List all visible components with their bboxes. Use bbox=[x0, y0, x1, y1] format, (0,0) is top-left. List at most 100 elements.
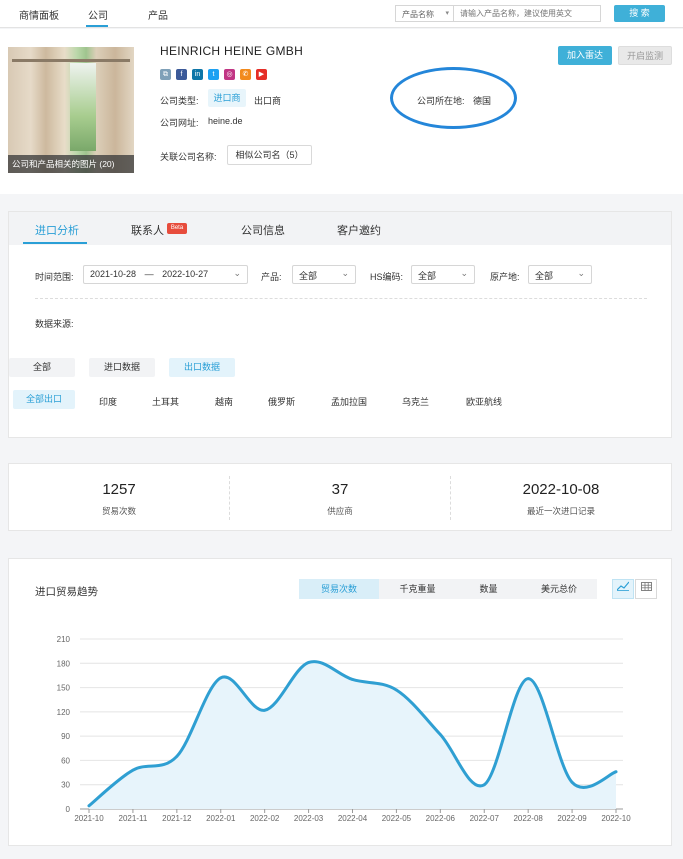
tab-active-indicator bbox=[23, 242, 87, 244]
website-label: 公司网址: bbox=[160, 118, 199, 128]
linkedin-icon[interactable]: in bbox=[192, 69, 203, 80]
y-tick-label: 60 bbox=[61, 756, 70, 765]
x-tick-label: 2021-11 bbox=[119, 814, 148, 823]
top-nav: 商情面板 公司 产品 产品名称 ▾ 搜 索 bbox=[0, 0, 683, 28]
company-image[interactable]: 公司和产品相关的图片 (20) bbox=[8, 47, 134, 173]
data-point bbox=[482, 783, 486, 787]
analysis-panel: 进口分析 联系人 Beta 公司信息 客户邀约 时间范围: 2021-10-28… bbox=[8, 211, 672, 438]
search-button[interactable]: 搜 索 bbox=[614, 5, 665, 22]
hs-code-select[interactable]: 全部 ⌄ bbox=[411, 265, 475, 284]
country-all-export[interactable]: 全部出口 bbox=[13, 390, 75, 409]
image-caption: 公司和产品相关的图片 (20) bbox=[8, 155, 134, 173]
search-box: 产品名称 ▾ bbox=[395, 5, 601, 22]
data-point bbox=[438, 733, 442, 736]
country-eurasia-route[interactable]: 欧亚航线 bbox=[466, 395, 502, 408]
data-point bbox=[614, 770, 618, 774]
search-type-value: 产品名称 bbox=[402, 10, 434, 19]
country-ukraine[interactable]: 乌克兰 bbox=[402, 395, 429, 408]
data-source-label: 数据来源: bbox=[35, 319, 74, 329]
data-point bbox=[526, 677, 530, 681]
company-header: 公司和产品相关的图片 (20) HEINRICH HEINE GMBH ⧉ f … bbox=[0, 29, 683, 194]
stat-value: 37 bbox=[331, 481, 349, 498]
nav-dashboard[interactable]: 商情面板 bbox=[19, 7, 59, 22]
y-tick-label: 150 bbox=[57, 684, 71, 693]
chevron-down-icon: ▾ bbox=[445, 10, 449, 17]
x-tick-label: 2022-10 bbox=[601, 814, 631, 823]
nav-active-indicator bbox=[86, 25, 108, 27]
product-select[interactable]: 全部 ⌄ bbox=[292, 265, 356, 284]
monitor-button[interactable]: 开启监测 bbox=[618, 46, 672, 65]
link-icon[interactable]: ⧉ bbox=[160, 69, 171, 80]
data-point bbox=[395, 688, 398, 692]
tab-customer-invite[interactable]: 客户邀约 bbox=[337, 222, 381, 238]
data-point bbox=[351, 678, 354, 681]
company-type-importer: 进口商 bbox=[208, 89, 246, 107]
stat-caption: 最近一次进口记录 bbox=[526, 506, 595, 516]
related-companies-button[interactable]: 相似公司名（5） bbox=[227, 145, 312, 165]
search-input[interactable] bbox=[456, 6, 600, 21]
tab-company-info[interactable]: 公司信息 bbox=[241, 222, 285, 238]
related-label: 关联公司名称: bbox=[160, 152, 217, 162]
y-tick-label: 210 bbox=[57, 635, 71, 644]
origin-select[interactable]: 全部 ⌄ bbox=[528, 265, 592, 284]
country-bangladesh[interactable]: 孟加拉国 bbox=[331, 395, 367, 408]
origin-value: 全部 bbox=[535, 271, 554, 281]
website-link[interactable]: heine.de bbox=[208, 116, 243, 126]
time-range-label: 时间范围: bbox=[35, 272, 74, 282]
date-separator: — bbox=[144, 269, 154, 279]
source-import[interactable]: 进口数据 bbox=[89, 358, 155, 377]
social-links: ⧉ f in t ◎ ✆ ▶ bbox=[160, 69, 267, 81]
tab-import-analysis[interactable]: 进口分析 bbox=[35, 222, 79, 238]
stat-last-import: 2022-10-08 最近一次进口记录 bbox=[451, 464, 671, 530]
date-range-picker[interactable]: 2021-10-28 — 2022-10-27 ⌄ bbox=[83, 265, 248, 284]
product-label: 产品: bbox=[261, 272, 282, 282]
product-value: 全部 bbox=[299, 271, 318, 281]
source-all[interactable]: 全部 bbox=[9, 358, 75, 377]
data-point bbox=[175, 754, 179, 758]
instagram-icon[interactable]: ◎ bbox=[224, 69, 235, 80]
x-tick-label: 2022-08 bbox=[513, 814, 543, 823]
country-india[interactable]: 印度 bbox=[99, 395, 117, 408]
data-point bbox=[219, 676, 223, 680]
data-point bbox=[131, 768, 135, 772]
data-point bbox=[263, 708, 267, 712]
data-point bbox=[307, 661, 310, 664]
trade-trend-card: 进口贸易趋势 贸易次数 千克重量 数量 美元总价 0 30 60 90 120 150 18… bbox=[8, 558, 672, 846]
tab-bar: 进口分析 联系人 Beta 公司信息 客户邀约 bbox=[9, 212, 671, 245]
stat-caption: 贸易次数 bbox=[101, 506, 136, 516]
twitter-icon[interactable]: t bbox=[208, 69, 219, 80]
stat-value: 2022-10-08 bbox=[522, 481, 600, 498]
company-type-exporter: 出口商 bbox=[254, 96, 282, 106]
y-tick-label: 120 bbox=[57, 708, 71, 717]
highlight-circle bbox=[390, 67, 517, 129]
nav-product[interactable]: 产品 bbox=[148, 7, 168, 22]
search-type-select[interactable]: 产品名称 ▾ bbox=[396, 6, 454, 21]
origin-label: 原产地: bbox=[490, 272, 520, 282]
date-from: 2021-10-28 bbox=[90, 269, 137, 279]
youtube-icon[interactable]: ▶ bbox=[256, 69, 267, 80]
date-to: 2022-10-27 bbox=[162, 269, 209, 279]
country-russia[interactable]: 俄罗斯 bbox=[268, 395, 295, 408]
y-tick-label: 180 bbox=[57, 659, 71, 668]
y-tick-label: 30 bbox=[61, 781, 70, 790]
x-tick-label: 2021-10 bbox=[74, 814, 104, 823]
x-tick-label: 2022-04 bbox=[338, 814, 368, 823]
y-tick-label: 0 bbox=[66, 805, 71, 814]
add-radar-button[interactable]: 加入雷达 bbox=[558, 46, 612, 65]
facebook-icon[interactable]: f bbox=[176, 69, 187, 80]
chevron-down-icon: ⌄ bbox=[341, 268, 349, 278]
tab-contacts[interactable]: 联系人 bbox=[131, 222, 164, 238]
hs-code-value: 全部 bbox=[418, 271, 437, 281]
trend-chart[interactable]: 0 30 60 90 120 150 180 210 2021-10 2021-11 2021-12… bbox=[9, 559, 671, 845]
country-vietnam[interactable]: 越南 bbox=[215, 395, 233, 408]
nav-company[interactable]: 公司 bbox=[88, 7, 108, 22]
y-tick-label: 90 bbox=[61, 732, 70, 741]
phone-icon[interactable]: ✆ bbox=[240, 69, 251, 80]
stat-suppliers: 37 供应商 bbox=[230, 464, 450, 530]
x-tick-label: 2022-09 bbox=[557, 814, 587, 823]
company-name: HEINRICH HEINE GMBH bbox=[160, 44, 304, 58]
source-export[interactable]: 出口数据 bbox=[169, 358, 235, 377]
x-tick-label: 2022-01 bbox=[206, 814, 236, 823]
country-turkey[interactable]: 土耳其 bbox=[152, 395, 179, 408]
data-point bbox=[570, 780, 574, 784]
